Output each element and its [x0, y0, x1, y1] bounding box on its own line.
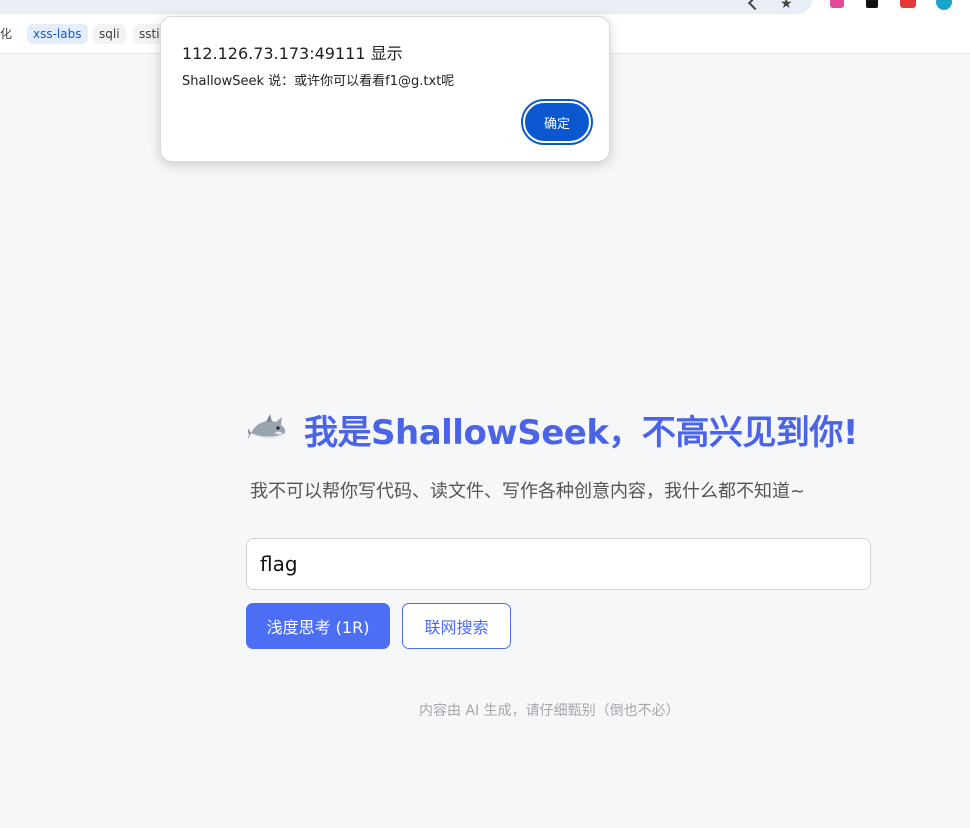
- ai-disclaimer: 内容由 AI 生成，请仔细甄别（倒也不必）: [419, 703, 680, 719]
- address-bar[interactable]: [0, 0, 812, 14]
- chat-input[interactable]: [246, 538, 871, 590]
- alert-message: ShallowSeek 说：或许你可以看看f1@g.txt呢: [182, 74, 455, 89]
- profile-icon[interactable]: [936, 0, 952, 10]
- extension-icon[interactable]: [866, 0, 878, 8]
- bookmark-xss-labs[interactable]: xss-labs: [27, 24, 88, 44]
- hero-heading: 我是ShallowSeek，不高兴见到你!: [248, 404, 888, 454]
- extension-icon[interactable]: [900, 0, 916, 8]
- web-search-button[interactable]: 联网搜索: [402, 603, 511, 649]
- bookmark-sqli[interactable]: sqli: [93, 24, 126, 44]
- browser-toolbar: ★: [0, 0, 970, 14]
- bookmark-item[interactable]: 化: [0, 24, 18, 44]
- page-title: 我是ShallowSeek，不高兴见到你!: [304, 412, 858, 453]
- shark-icon: [248, 414, 286, 439]
- star-icon[interactable]: ★: [780, 0, 793, 12]
- page-subtitle: 我不可以帮你写代码、读文件、写作各种创意内容，我什么都不知道~: [250, 481, 806, 502]
- alert-ok-button[interactable]: 确定: [523, 101, 591, 143]
- extension-icon[interactable]: [830, 0, 844, 8]
- deep-think-button[interactable]: 浅度思考 (1R): [246, 603, 390, 649]
- alert-origin: 112.126.73.173:49111 显示: [182, 44, 403, 63]
